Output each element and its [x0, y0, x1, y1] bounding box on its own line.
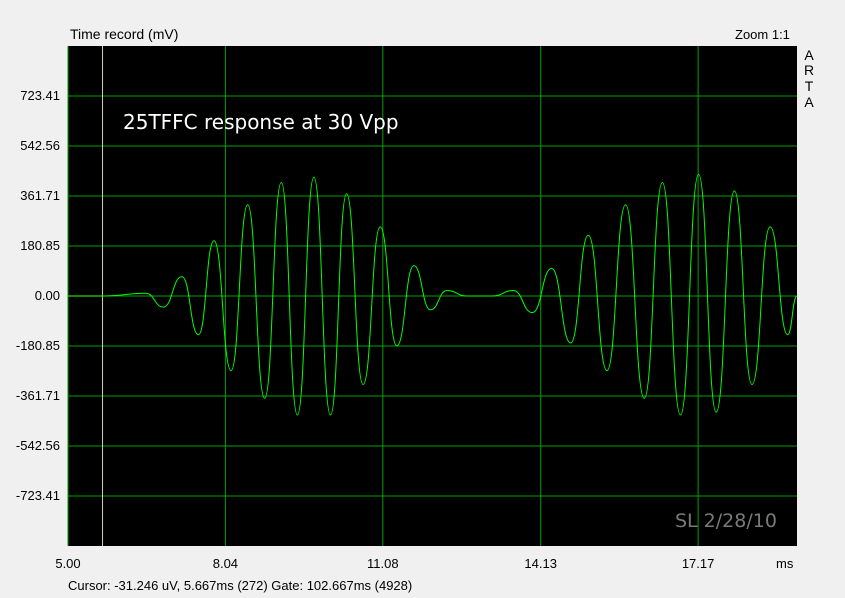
x-tick-label: 14.13: [524, 556, 557, 571]
y-tick-label: 542.56: [20, 137, 60, 153]
y-tick-label: 723.41: [20, 87, 60, 103]
y-tick-label: 0.00: [34, 288, 60, 303]
x-tick-label: 11.08: [366, 556, 399, 571]
y-tick-label: -723.41: [15, 488, 60, 503]
y-tick-label: 180.85: [20, 238, 60, 253]
x-axis-unit: ms: [776, 556, 794, 571]
x-tick-label: 17.17: [681, 556, 715, 571]
annotation-text: 25TFFC response at 30 Vpp: [123, 110, 399, 134]
x-tick-label: 8.04: [212, 556, 239, 571]
y-tick-label: -361.71: [15, 388, 60, 403]
y-tick-label: -542.56: [15, 438, 60, 453]
cursor-status: Cursor: -31.246 uV, 5.667ms (272) Gate: …: [68, 578, 413, 593]
plot-area[interactable]: 25TFFC response at 30 Vpp SL 2/28/10: [0, 0, 845, 598]
y-tick-label: -180.85: [15, 337, 60, 353]
y-tick-label: 361.71: [20, 187, 60, 203]
signature-text: SL 2/28/10: [675, 510, 777, 532]
x-tick-label: 5.00: [55, 556, 81, 571]
